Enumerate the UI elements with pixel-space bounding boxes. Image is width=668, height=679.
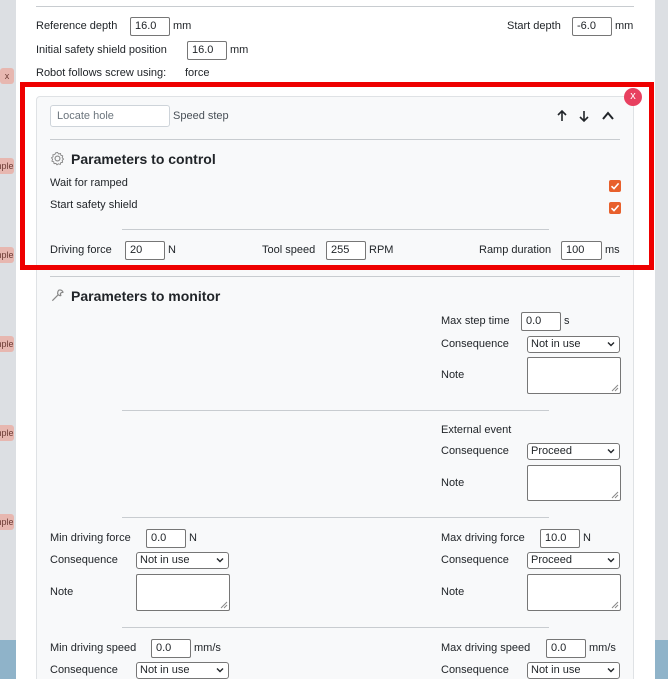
background-right-footer bbox=[655, 640, 668, 679]
consequence-label: Consequence bbox=[441, 664, 509, 676]
max-driving-speed-consequence-select[interactable]: Not in use bbox=[527, 662, 620, 679]
divider bbox=[122, 410, 549, 411]
max-driving-speed-input[interactable]: 0.0 bbox=[546, 639, 586, 658]
consequence-label: Consequence bbox=[50, 554, 118, 566]
background-tag: mple bbox=[0, 247, 14, 263]
select-value: Proceed bbox=[531, 445, 572, 457]
max-driving-speed-label: Max driving speed bbox=[441, 642, 531, 654]
note-label: Note bbox=[441, 477, 465, 489]
consequence-label: Consequence bbox=[441, 554, 509, 566]
external-event-label: External event bbox=[441, 424, 512, 436]
reference-depth-label: Reference depth bbox=[36, 20, 118, 32]
resize-grip-icon[interactable] bbox=[611, 384, 619, 392]
robot-follows-value: force bbox=[185, 67, 210, 79]
min-driving-force-note-textarea[interactable] bbox=[136, 574, 230, 611]
divider bbox=[50, 276, 620, 277]
note-label: Note bbox=[50, 586, 74, 598]
select-value: Not in use bbox=[140, 664, 190, 676]
shield-position-unit: mm bbox=[230, 44, 249, 56]
robot-follows-label: Robot follows screw using: bbox=[36, 67, 167, 79]
resize-grip-icon[interactable] bbox=[611, 491, 619, 499]
note-label: Note bbox=[441, 369, 465, 381]
resize-grip-icon[interactable] bbox=[220, 601, 228, 609]
wrench-icon bbox=[51, 289, 64, 302]
background-tag: mple bbox=[0, 158, 14, 174]
parameters-to-monitor-title: Parameters to monitor bbox=[71, 288, 221, 304]
select-value: Not in use bbox=[531, 664, 581, 676]
consequence-label: Consequence bbox=[441, 338, 509, 350]
min-driving-force-label: Min driving force bbox=[50, 532, 131, 544]
chevron-down-icon bbox=[607, 558, 615, 563]
chevron-down-icon bbox=[216, 668, 224, 673]
max-driving-force-input[interactable]: 10.0 bbox=[540, 529, 580, 548]
min-driving-speed-input[interactable]: 0.0 bbox=[151, 639, 191, 658]
highlight-frame bbox=[20, 82, 654, 270]
background-right bbox=[655, 0, 668, 679]
background-tag: mple bbox=[0, 514, 14, 530]
shield-position-input[interactable]: 16.0 bbox=[187, 41, 227, 60]
reference-depth-unit: mm bbox=[173, 20, 192, 32]
divider bbox=[122, 517, 549, 518]
min-driving-speed-consequence-select[interactable]: Not in use bbox=[136, 662, 229, 679]
min-driving-force-input[interactable]: 0.0 bbox=[146, 529, 186, 548]
min-driving-force-consequence-select[interactable]: Not in use bbox=[136, 552, 229, 569]
select-value: Not in use bbox=[531, 338, 581, 350]
reference-depth-input[interactable]: 16.0 bbox=[130, 17, 170, 36]
background-tag: mple bbox=[0, 336, 14, 352]
divider bbox=[36, 6, 634, 7]
max-step-time-unit: s bbox=[564, 315, 570, 327]
start-depth-label: Start depth bbox=[507, 20, 561, 32]
max-driving-force-note-textarea[interactable] bbox=[527, 574, 621, 611]
select-value: Proceed bbox=[531, 554, 572, 566]
background-tag: x bbox=[0, 68, 14, 84]
max-step-time-input[interactable]: 0.0 bbox=[521, 312, 561, 331]
max-step-time-label: Max step time bbox=[441, 315, 510, 327]
max-step-time-consequence-select[interactable]: Not in use bbox=[527, 336, 620, 353]
consequence-label: Consequence bbox=[441, 445, 509, 457]
max-driving-force-consequence-select[interactable]: Proceed bbox=[527, 552, 620, 569]
background-left-footer bbox=[0, 640, 16, 679]
close-step-button[interactable]: x bbox=[624, 88, 642, 106]
background-tag: mple bbox=[0, 425, 14, 441]
max-driving-speed-unit: mm/s bbox=[589, 642, 616, 654]
start-depth-unit: mm bbox=[615, 20, 634, 32]
min-driving-speed-unit: mm/s bbox=[194, 642, 221, 654]
min-driving-force-unit: N bbox=[189, 532, 197, 544]
note-label: Note bbox=[441, 586, 465, 598]
chevron-down-icon bbox=[607, 342, 615, 347]
max-driving-force-label: Max driving force bbox=[441, 532, 525, 544]
resize-grip-icon[interactable] bbox=[611, 601, 619, 609]
external-event-note-textarea[interactable] bbox=[527, 465, 621, 501]
divider bbox=[122, 627, 549, 628]
chevron-down-icon bbox=[607, 449, 615, 454]
shield-position-label: Initial safety shield position bbox=[36, 44, 167, 56]
consequence-label: Consequence bbox=[50, 664, 118, 676]
min-driving-speed-label: Min driving speed bbox=[50, 642, 137, 654]
external-event-consequence-select[interactable]: Proceed bbox=[527, 443, 620, 460]
start-depth-input[interactable]: -6.0 bbox=[572, 17, 612, 36]
chevron-down-icon bbox=[607, 668, 615, 673]
select-value: Not in use bbox=[140, 554, 190, 566]
chevron-down-icon bbox=[216, 558, 224, 563]
max-step-time-note-textarea[interactable] bbox=[527, 357, 621, 394]
max-driving-force-unit: N bbox=[583, 532, 591, 544]
